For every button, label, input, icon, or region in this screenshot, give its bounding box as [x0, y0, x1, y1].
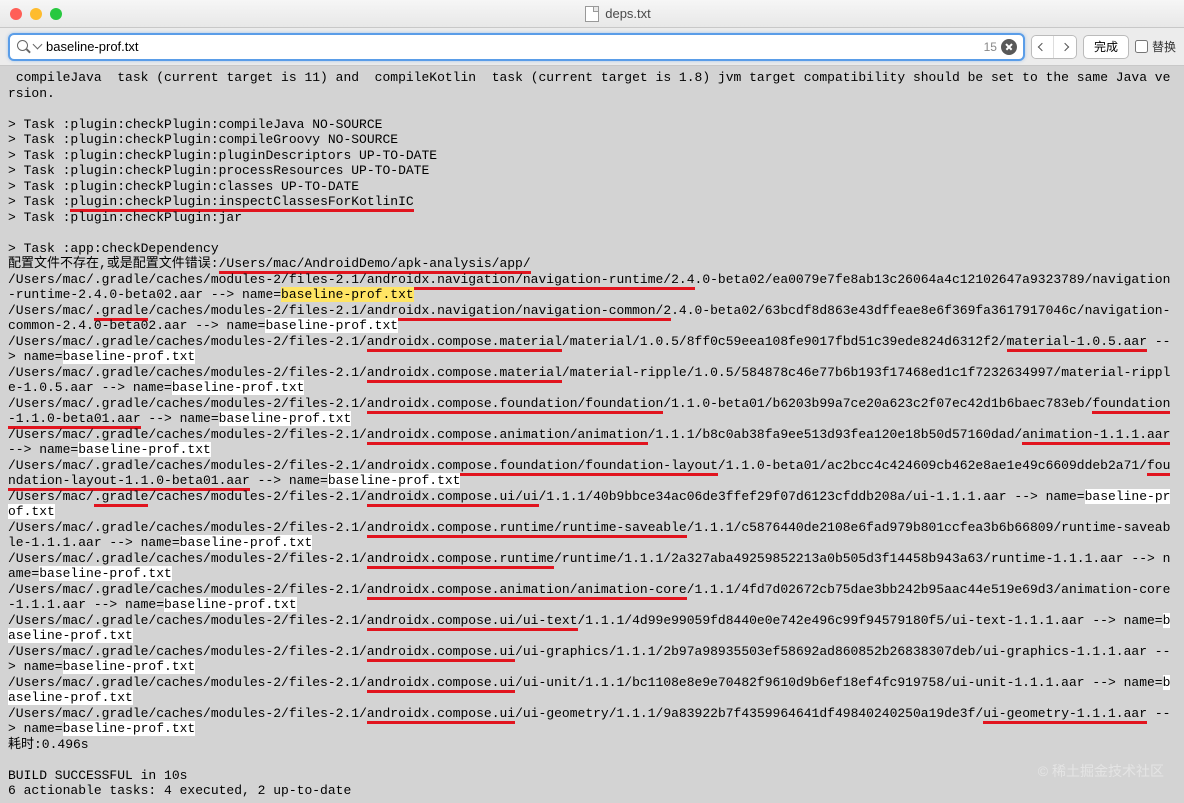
match: baseline-prof.txt — [219, 411, 352, 426]
e15-pre: /Users/mac/ — [8, 706, 94, 721]
e5-post: /1.1.0-beta01/b6203b99a7ce20a623c2f07ec4… — [663, 396, 1092, 411]
e14-post: /ui-unit/1.1.1/bc1108e8e9e70482f9610d9b6… — [515, 675, 1163, 690]
chevron-down-icon[interactable] — [34, 43, 42, 51]
match: baseline-prof.txt — [63, 349, 196, 364]
task-line: > Task :plugin:checkPlugin:compileJava N… — [8, 117, 382, 132]
e8-u: androidx.compose.ui/ui — [367, 489, 539, 507]
e8-mid: /caches/modules-2/files-2.1/ — [148, 489, 366, 504]
chevron-right-icon — [1061, 42, 1069, 50]
e3-u2: material-1.0.5.aar — [1007, 334, 1147, 352]
e6-pre: /Users/mac/.gradle/caches/modules-2/file… — [8, 427, 367, 442]
match-count: 15 — [984, 40, 997, 54]
match: baseline-prof.txt — [172, 380, 305, 395]
traffic-lights — [10, 8, 62, 20]
done-button[interactable]: 完成 — [1083, 35, 1129, 59]
e4-u: androidx.compose.material — [367, 365, 562, 383]
line-top: compileJava task (current target is 11) … — [8, 70, 1170, 101]
e3-u: androidx.compose.material — [367, 334, 562, 352]
match: baseline-prof.txt — [78, 442, 211, 457]
e6-post: /1.1.1/b8c0ab38fa9ee513d93fea120e18b50d5… — [648, 427, 1022, 442]
e8-post: /1.1.1/40b9bbce34ac06de3ffef29f07d6123cf… — [539, 489, 1085, 504]
e11-u: androidx.compose.animation/animation-cor… — [367, 582, 687, 600]
e10-pre: /Users/mac/.gradle/caches/modules-2/file… — [8, 551, 367, 566]
e15-u2: ui-geometry-1.1.1.aar — [983, 706, 1147, 724]
e7-tail: --> name= — [250, 473, 328, 488]
watermark: © 稀土掘金技术社区 — [1038, 761, 1164, 781]
match-current: baseline-prof.txt — [281, 287, 414, 302]
e1-u: androidx.navigation/navigation-runtime/2… — [367, 272, 695, 290]
e14-u: androidx.compose.ui — [367, 675, 515, 693]
match: baseline-prof.txt — [180, 535, 313, 550]
match: baseline-prof.txt — [328, 473, 461, 488]
replace-toggle[interactable]: 替换 — [1135, 38, 1176, 55]
e15-mid: /caches/modules-2/files-2.1/ — [148, 706, 366, 721]
search-input[interactable] — [42, 39, 984, 54]
actionable: 6 actionable tasks: 4 executed, 2 up-to-… — [8, 783, 351, 798]
match: baseline-prof.txt — [265, 318, 398, 333]
e13-u: androidx.compose.ui — [367, 644, 515, 662]
e5-tail: --> name= — [141, 411, 219, 426]
window-title: deps.txt — [62, 6, 1174, 22]
e15-post: /ui-geometry/1.1.1/9a83922b7f4359964641d… — [515, 706, 983, 721]
search-field[interactable]: 15 — [8, 33, 1025, 61]
text-content[interactable]: compileJava task (current target is 11) … — [0, 66, 1184, 803]
e12-u: androidx.compose.ui/ui-text — [367, 613, 578, 631]
zoom-icon[interactable] — [50, 8, 62, 20]
task-jar: > Task :plugin:checkPlugin:jar — [8, 210, 242, 225]
task-dep: > Task :app:checkDependency — [8, 241, 219, 256]
build: BUILD SUCCESSFUL in 10s — [8, 768, 187, 783]
task-line: > Task :plugin:checkPlugin:classes UP-TO… — [8, 179, 359, 194]
e11-pre: /Users/mac/.gradle/caches/modules-2/file… — [8, 582, 367, 597]
chevron-left-icon — [1038, 42, 1046, 50]
e6-u: androidx.compose.animation/animation — [367, 427, 648, 445]
match: baseline-prof.txt — [63, 721, 196, 736]
e9-u: androidx.compose.runtime/runtime-saveabl… — [367, 520, 687, 538]
e8-pre: /Users/mac/ — [8, 489, 94, 504]
e2-mid: /caches/modules-2/files-2.1/ — [148, 303, 366, 318]
e15-u: androidx.compose.ui — [367, 706, 515, 724]
cfg-label: 配置文件不存在,或是配置文件错误: — [8, 256, 219, 271]
replace-checkbox[interactable] — [1135, 40, 1148, 53]
e6-u2: animation-1.1.1.aar — [1022, 427, 1170, 445]
prev-button[interactable] — [1032, 36, 1054, 58]
replace-label: 替换 — [1152, 38, 1176, 55]
task-inspect-pre: > Task : — [8, 194, 70, 209]
time: 耗时:0.496s — [8, 737, 89, 752]
minimize-icon[interactable] — [30, 8, 42, 20]
e5-pre: /Users/mac/.gradle/caches/modules-2/file… — [8, 396, 367, 411]
e9-pre: /Users/mac/.gradle/caches/modules-2/file… — [8, 520, 367, 535]
e2-pre: /Users/mac/ — [8, 303, 94, 318]
document-icon — [585, 6, 599, 22]
e10-u: androidx.compose.runtime — [367, 551, 554, 569]
match: baseline-prof.txt — [39, 566, 172, 581]
clear-icon[interactable] — [1001, 39, 1017, 55]
e12-post: /1.1.1/4d99e99059fd8440e0e742e496c99f945… — [578, 613, 1163, 628]
task-line: > Task :plugin:checkPlugin:compileGroovy… — [8, 132, 398, 147]
e7-pre: /Users/mac/.gradle/caches/modules-2/file… — [8, 458, 367, 473]
e3-post: /material/1.0.5/8ff0c59eea108fe9017fbd51… — [562, 334, 1007, 349]
e4-pre: /Users/mac/.gradle/caches/modules-2/file… — [8, 365, 367, 380]
e14-pre: /Users/mac/.gradle/caches/modules-2/file… — [8, 675, 367, 690]
e12-pre: /Users/mac/.gradle/caches/modules-2/file… — [8, 613, 367, 628]
task-line: > Task :plugin:checkPlugin:processResour… — [8, 163, 429, 178]
title-text: deps.txt — [605, 6, 651, 21]
e5-u: androidx.compose.foundation/foundation — [367, 396, 663, 414]
e7-post: /1.1.0-beta01/ac2bcc4c424609cb462e8ae1e4… — [718, 458, 1147, 473]
search-bar: 15 完成 替换 — [0, 28, 1184, 66]
e3-pre: /Users/mac/.gradle/caches/modules-2/file… — [8, 334, 367, 349]
e8-g: .gradle — [94, 489, 149, 507]
e2-u: androidx.navigation/navigation-common/2 — [367, 303, 671, 321]
search-icon — [16, 39, 32, 55]
task-line: > Task :plugin:checkPlugin:pluginDescrip… — [8, 148, 437, 163]
e1-pre: /Users/mac/.gradle/caches/modules-2/file… — [8, 272, 367, 287]
match: baseline-prof.txt — [164, 597, 297, 612]
next-button[interactable] — [1054, 36, 1076, 58]
e13-pre: /Users/mac/.gradle/caches/modules-2/file… — [8, 644, 367, 659]
match: baseline-prof.txt — [63, 659, 196, 674]
nav-buttons — [1031, 35, 1077, 59]
title-bar: deps.txt — [0, 0, 1184, 28]
close-icon[interactable] — [10, 8, 22, 20]
